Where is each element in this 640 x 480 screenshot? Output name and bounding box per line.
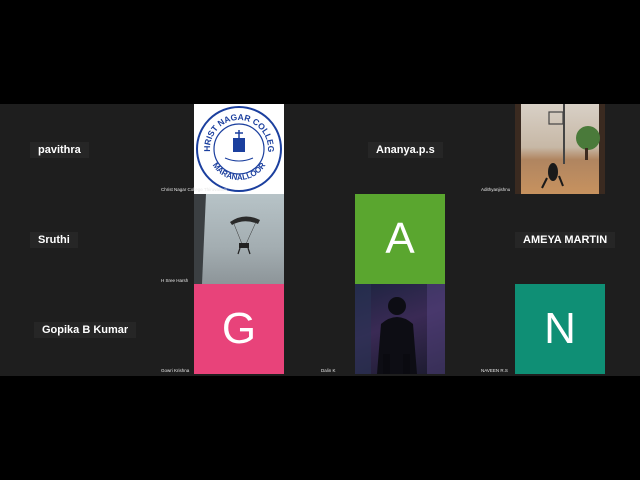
basketball-court-video: [515, 104, 605, 194]
video-label: Adithyanjishnu: [481, 187, 511, 192]
avatar-initial: G: [221, 304, 257, 353]
avatar-initial: N: [544, 304, 576, 353]
video-label: Dalin K: [321, 368, 336, 373]
college-seal-icon: CHRIST NAGAR COLLEGE MARANALLOOR: [194, 104, 282, 192]
parachute-photo-icon: [194, 194, 260, 284]
video-label: H Sree Harsh: [161, 278, 189, 283]
participant-name: Sruthi: [30, 232, 78, 248]
participant-tile-dalin[interactable]: Dalin K: [320, 284, 480, 376]
parachute-sky-video: [194, 194, 284, 284]
svg-text:MARANALLOOR: MARANALLOOR: [211, 161, 268, 182]
participant-tile-ananya[interactable]: Ananya.p.s Adithyanjishnu: [320, 104, 640, 194]
video-label: NAVEEN R.S: [481, 368, 508, 373]
participant-tile-gopika[interactable]: Gopika B Kumar G Gowri Krishna: [0, 284, 288, 376]
avatar-g: G: [194, 284, 284, 374]
video-label: Christ Nagar College Thiruvallam: [161, 187, 228, 192]
basketball-photo-icon: [515, 104, 605, 194]
video-label: Gowri Krishna: [161, 368, 190, 373]
participant-tile-sruthi[interactable]: Sruthi H Sree Harsh: [0, 194, 288, 284]
participant-tile-a[interactable]: A: [320, 194, 480, 284]
participant-tile-naveen[interactable]: N NAVEEN R.S: [480, 284, 640, 376]
avatar-initial: A: [385, 214, 415, 263]
avatar-n: N: [515, 284, 605, 374]
participant-name: pavithra: [30, 142, 89, 158]
avatar-a: A: [355, 194, 445, 284]
night-figure-photo-icon: [355, 284, 445, 374]
video-grid: pavithra CHRIST NAGAR COLLEGE MARANALLOO…: [0, 104, 640, 376]
participant-name: Gopika B Kumar: [34, 322, 137, 338]
participant-name: AMEYA MARTIN: [515, 232, 616, 248]
participant-name: Ananya.p.s: [368, 142, 443, 158]
night-street-video: [355, 284, 445, 374]
college-logo-video: CHRIST NAGAR COLLEGE MARANALLOOR: [194, 104, 284, 194]
participant-tile-pavithra[interactable]: pavithra CHRIST NAGAR COLLEGE MARANALLOO…: [0, 104, 288, 194]
participant-tile-ameya[interactable]: AMEYA MARTIN: [480, 194, 640, 284]
